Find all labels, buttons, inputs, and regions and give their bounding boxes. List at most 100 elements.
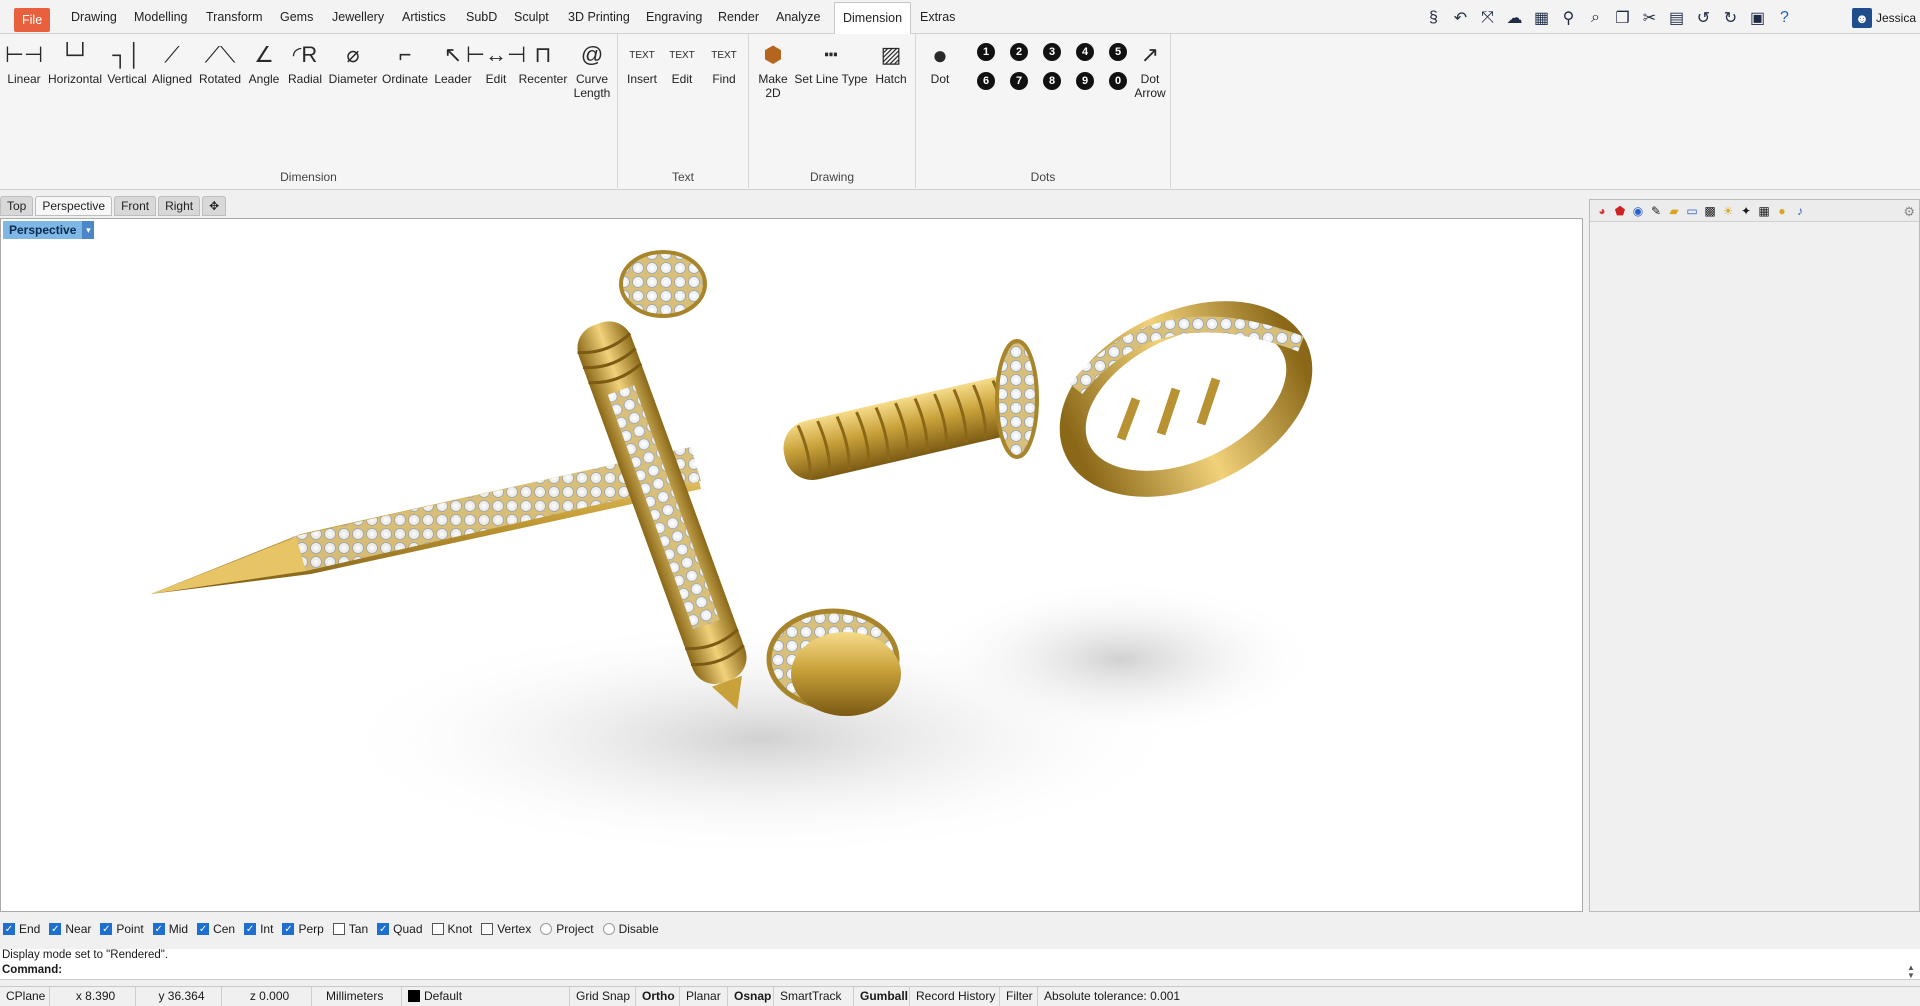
- curve-icon[interactable]: ↶: [1447, 5, 1474, 31]
- toggle-ortho[interactable]: Ortho: [636, 987, 680, 1006]
- light-icon[interactable]: ✦: [1737, 202, 1755, 220]
- material-icon[interactable]: ⬟: [1611, 202, 1629, 220]
- folder-icon[interactable]: ▰: [1665, 202, 1683, 220]
- osnap-checkbox[interactable]: [540, 923, 553, 935]
- osnap-mid[interactable]: ✓ Mid: [152, 922, 188, 936]
- osnap-tan[interactable]: Tan: [332, 922, 368, 936]
- save-icon[interactable]: ▣: [1744, 5, 1771, 31]
- tab-modelling[interactable]: Modelling: [126, 4, 196, 30]
- help-icon[interactable]: ?: [1771, 5, 1798, 31]
- layer-indicator[interactable]: Default: [402, 987, 570, 1006]
- aligned-button[interactable]: ⟋ Aligned: [150, 38, 194, 86]
- osnap-perp[interactable]: ✓ Perp: [282, 922, 324, 936]
- calendar-icon[interactable]: ▦: [1755, 202, 1773, 220]
- tab-artistics[interactable]: Artistics: [394, 4, 454, 30]
- osnap-project[interactable]: Project: [540, 922, 594, 936]
- ordinate-button[interactable]: ⌐ Ordinate: [380, 38, 430, 86]
- sun-icon[interactable]: ☀: [1719, 202, 1737, 220]
- osnap-cen[interactable]: ✓ Cen: [197, 922, 235, 936]
- command-line[interactable]: Command:: [0, 964, 1920, 980]
- redo-icon[interactable]: ↻: [1717, 5, 1744, 31]
- dot-number-2[interactable]: 2: [1010, 43, 1028, 61]
- osnap-checkbox[interactable]: ✓: [152, 923, 165, 935]
- insert-text-button[interactable]: TEXT Insert: [624, 38, 660, 87]
- dot-number-8[interactable]: 8: [1043, 72, 1061, 90]
- curve-length-button[interactable]: @ Curve Length: [570, 38, 614, 100]
- paste-icon[interactable]: ▤: [1663, 5, 1690, 31]
- toggle-grid-snap[interactable]: Grid Snap: [570, 987, 636, 1006]
- tab-dimension[interactable]: Dimension: [834, 2, 912, 35]
- osnap-checkbox[interactable]: ✓: [377, 923, 390, 935]
- osnap-end[interactable]: ✓ End: [3, 922, 40, 936]
- perspective-viewport[interactable]: Perspective ▾: [0, 218, 1583, 912]
- chevron-down-icon[interactable]: ▾: [82, 221, 95, 239]
- display-icon[interactable]: ▭: [1683, 202, 1701, 220]
- hatch-button[interactable]: ▨ Hatch: [871, 38, 911, 86]
- diameter-button[interactable]: ⌀ Diameter: [328, 38, 378, 86]
- osnap-checkbox[interactable]: [332, 923, 345, 935]
- tab-gems[interactable]: Gems: [272, 4, 321, 30]
- tab-file[interactable]: File: [14, 8, 51, 32]
- viewport-tab-top[interactable]: Top: [0, 196, 34, 216]
- toggle-smarttrack[interactable]: SmartTrack: [774, 987, 854, 1006]
- cloud-icon[interactable]: ☁: [1501, 5, 1528, 31]
- osnap-checkbox[interactable]: ✓: [282, 923, 295, 935]
- tab-render[interactable]: Render: [710, 4, 767, 30]
- viewport-tab-front[interactable]: Front: [114, 196, 157, 216]
- dot-arrow-button[interactable]: ↗ Dot Arrow: [1130, 38, 1170, 100]
- osnap-checkbox[interactable]: ✓: [244, 923, 257, 935]
- horizontal-button[interactable]: └┘ Horizontal: [46, 38, 104, 86]
- tab-drawing[interactable]: Drawing: [63, 4, 125, 30]
- osnap-near[interactable]: ✓ Near: [49, 922, 91, 936]
- viewport-label[interactable]: Perspective ▾: [3, 221, 95, 239]
- osnap-checkbox[interactable]: [431, 923, 444, 935]
- set-line-type-button[interactable]: ┅ Set Line Type: [793, 38, 869, 86]
- command-scroll[interactable]: ▲ ▼: [1904, 964, 1918, 980]
- find-text-button[interactable]: TEXT Find: [706, 38, 742, 87]
- microphone-icon[interactable]: ⚲: [1555, 5, 1582, 31]
- dot-number-1[interactable]: 1: [977, 43, 995, 61]
- user-account[interactable]: ☻ Jessica: [1852, 6, 1916, 30]
- toggle-filter[interactable]: Filter: [1000, 987, 1038, 1006]
- osnap-int[interactable]: ✓ Int: [244, 922, 273, 936]
- osnap-checkbox[interactable]: ✓: [197, 923, 210, 935]
- color-wheel-icon[interactable]: ◕: [1593, 202, 1611, 220]
- units-label[interactable]: Millimeters: [312, 987, 402, 1006]
- dot-button[interactable]: ● Dot: [922, 38, 958, 87]
- tab-engraving[interactable]: Engraving: [638, 4, 710, 30]
- angle-button[interactable]: ∠ Angle: [246, 38, 282, 86]
- cut-icon[interactable]: ✂: [1636, 5, 1663, 31]
- toggle-gumball[interactable]: Gumball: [854, 987, 910, 1006]
- tab-analyze[interactable]: Analyze: [768, 4, 828, 30]
- sphere-icon[interactable]: ●: [1773, 202, 1791, 220]
- osnap-vertex[interactable]: Vertex: [481, 922, 531, 936]
- tab-extras[interactable]: Extras: [912, 4, 963, 30]
- osnap-knot[interactable]: Knot: [431, 922, 472, 936]
- tab-transform[interactable]: Transform: [198, 4, 271, 30]
- cplane-label[interactable]: CPlane: [0, 987, 50, 1006]
- viewport-tab-right[interactable]: Right: [158, 196, 201, 216]
- logo-icon[interactable]: §: [1420, 5, 1447, 31]
- tab-sculpt[interactable]: Sculpt: [506, 4, 557, 30]
- dot-number-7[interactable]: 7: [1010, 72, 1028, 90]
- transform-icon[interactable]: ⤧: [1474, 5, 1501, 31]
- osnap-checkbox[interactable]: ✓: [100, 923, 113, 935]
- rc-icon[interactable]: ▩: [1701, 202, 1719, 220]
- linear-button[interactable]: ⊢⊣ Linear: [4, 38, 44, 86]
- osnap-checkbox[interactable]: ✓: [3, 923, 15, 935]
- tab-subd[interactable]: SubD: [458, 4, 505, 30]
- osnap-checkbox[interactable]: [602, 923, 615, 935]
- render-icon[interactable]: ▦: [1528, 5, 1555, 31]
- radial-button[interactable]: ◜R Radial: [284, 38, 326, 86]
- toggle-osnap[interactable]: Osnap: [728, 987, 774, 1006]
- notification-icon[interactable]: ♪: [1791, 202, 1809, 220]
- gear-icon[interactable]: ⚙: [1903, 204, 1915, 220]
- edit-text-button[interactable]: TEXT Edit: [664, 38, 700, 87]
- undo-icon[interactable]: ↺: [1690, 5, 1717, 31]
- osnap-point[interactable]: ✓ Point: [100, 922, 144, 936]
- dot-number-5[interactable]: 5: [1109, 43, 1127, 61]
- vertical-button[interactable]: ┐│ Vertical: [104, 38, 150, 86]
- osnap-checkbox[interactable]: [481, 923, 494, 935]
- dot-number-9[interactable]: 9: [1076, 72, 1094, 90]
- viewport-tab-perspective[interactable]: Perspective: [35, 196, 113, 216]
